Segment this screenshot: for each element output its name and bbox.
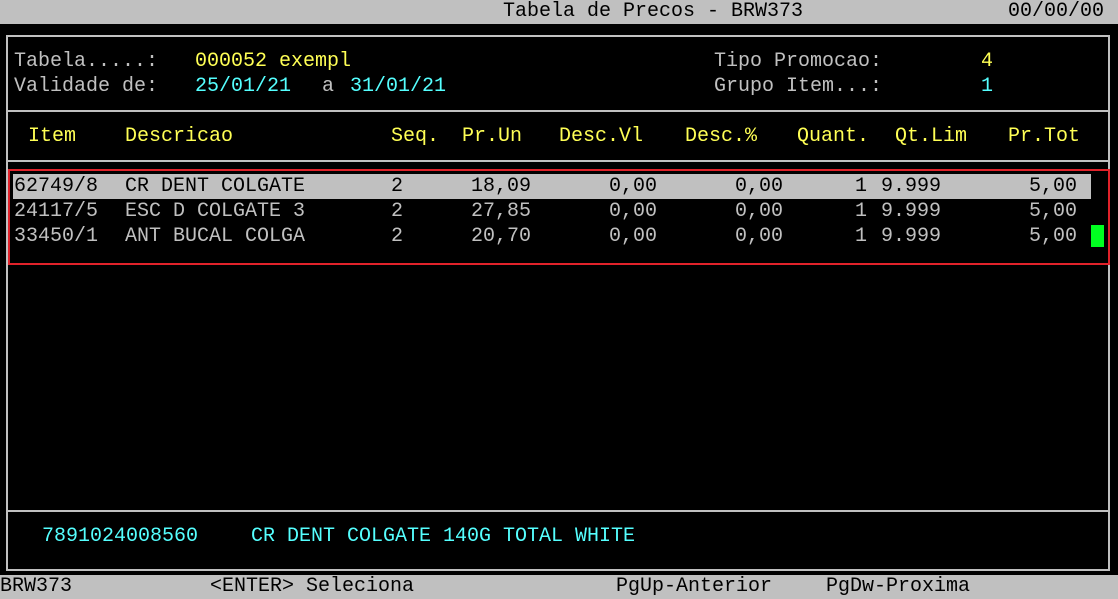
tipo-promocao-value: 4 [981,50,994,73]
tabela-value: 000052 exempl [195,50,352,73]
col-header-quant: Quant. [797,125,870,148]
col-header-pr-un: Pr.Un [462,125,523,148]
col-header-pr-tot: Pr.Tot [1008,125,1081,148]
tipo-promocao-label: Tipo Promocao: [714,50,883,73]
pgdw-next-hint[interactable]: PgDw-Proxima [826,575,970,599]
pgup-previous-hint[interactable]: PgUp-Anterior [616,575,772,599]
tabela-label: Tabela.....: [14,50,159,73]
header-divider [6,110,1110,112]
enter-select-hint[interactable]: <ENTER> Seleciona [210,575,414,599]
validade-to: 31/01/21 [350,75,447,98]
footer-description: CR DENT COLGATE 140G TOTAL WHITE [251,525,636,548]
status-bar: BRW373 <ENTER> Seleciona PgUp-Anterior P… [0,575,1118,599]
title-bar: Tabela de Precos - BRW373 00/00/00 [0,0,1118,24]
validade-from: 25/01/21 [195,75,292,98]
text-cursor [1091,225,1104,247]
col-header-seq: Seq. [391,125,440,148]
col-header-desc-vl: Desc.Vl [559,125,644,148]
window-title: Tabela de Precos - BRW373 [503,0,804,23]
col-header-qt-lim: Qt.Lim [895,125,968,148]
grupo-item-value: 1 [981,75,994,98]
footer-barcode: 7891024008560 [42,525,199,548]
main-frame [6,35,1110,571]
col-header-item: Item [28,125,77,148]
col-header-desc-pct: Desc.% [685,125,758,148]
validade-label: Validade de: [14,75,159,98]
columns-divider [6,160,1110,162]
status-program: BRW373 [0,575,73,598]
footer-divider [6,510,1110,512]
validade-separator: a [322,75,335,98]
col-header-descricao: Descricao [125,125,234,148]
grupo-item-label: Grupo Item...: [714,75,883,98]
grid-highlight-frame [8,169,1110,265]
title-date: 00/00/00 [1008,0,1105,23]
